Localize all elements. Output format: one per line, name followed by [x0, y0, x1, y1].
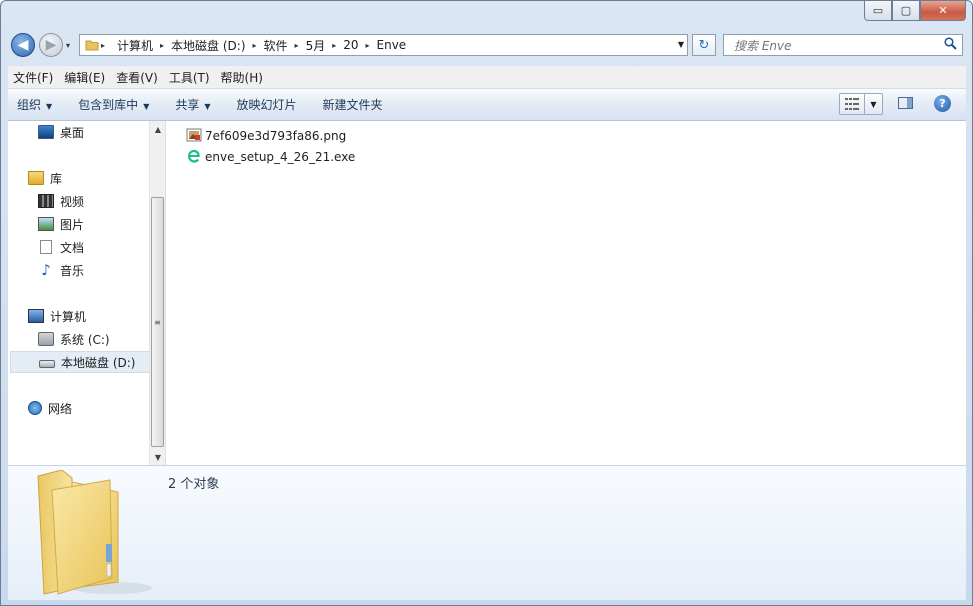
menu-file[interactable]: 文件(F)	[8, 69, 58, 86]
details-pane: 2 个对象	[8, 465, 966, 600]
enve-app-icon	[186, 148, 202, 167]
back-button[interactable]: ◀	[11, 33, 35, 57]
breadcrumb-drive-d[interactable]: 本地磁盘 (D:)	[166, 37, 250, 54]
music-note-icon: ♪	[41, 261, 51, 279]
sidebar-item-drive-d[interactable]: 本地磁盘 (D:)	[10, 351, 150, 373]
organize-button[interactable]: 组织 ▼	[8, 96, 61, 113]
crumb-separator[interactable]: ▸	[364, 41, 372, 50]
address-bar[interactable]: ▸ 计算机 ▸ 本地磁盘 (D:) ▸ 软件 ▸ 5月 ▸ 20 ▸ Enve …	[79, 34, 688, 56]
sidebar-item-computer[interactable]: 计算机	[28, 305, 86, 327]
list-item[interactable]: enve_setup_4_26_21.exe	[186, 147, 355, 167]
help-button[interactable]: ?	[934, 95, 951, 112]
folder-icon: ▸	[80, 38, 112, 52]
png-image-icon	[186, 127, 202, 146]
recent-pages-dropdown[interactable]: ▾	[66, 41, 70, 50]
chevron-down-icon[interactable]: ▼	[143, 102, 149, 111]
search-icon[interactable]	[944, 37, 957, 54]
new-folder-button[interactable]: 新建文件夹	[314, 96, 392, 113]
crumb-separator[interactable]: ▸	[293, 41, 301, 50]
system-drive-icon	[38, 332, 54, 346]
sidebar-item-libraries[interactable]: 库	[28, 167, 62, 189]
breadcrumb-computer[interactable]: 计算机	[112, 37, 158, 54]
list-item[interactable]: 7ef609e3d793fa86.png	[186, 126, 346, 146]
maximize-button[interactable]: ▢	[892, 1, 920, 21]
drive-icon	[39, 360, 55, 368]
minimize-button[interactable]: ▭	[864, 1, 892, 21]
address-dropdown-button[interactable]: ▼	[678, 40, 684, 49]
slideshow-button[interactable]: 放映幻灯片	[228, 96, 306, 113]
sidebar-item-network[interactable]: 网络	[28, 397, 72, 419]
menu-edit[interactable]: 编辑(E)	[59, 69, 110, 86]
breadcrumb-may[interactable]: 5月	[301, 37, 331, 54]
search-box[interactable]	[723, 34, 963, 56]
refresh-button[interactable]: ↻	[692, 34, 716, 56]
file-name: 7ef609e3d793fa86.png	[205, 129, 347, 143]
crumb-separator[interactable]: ▸	[330, 41, 338, 50]
computer-icon	[28, 309, 44, 323]
view-mode-button[interactable]: ▼	[839, 93, 883, 115]
forward-button[interactable]: ▶	[39, 33, 63, 57]
file-name: enve_setup_4_26_21.exe	[205, 150, 356, 164]
preview-pane-icon[interactable]	[898, 97, 913, 109]
sidebar-scrollbar[interactable]: ▲ ≡ ▼	[149, 121, 165, 465]
scroll-up-arrow[interactable]: ▲	[150, 121, 166, 137]
menu-tools[interactable]: 工具(T)	[164, 69, 215, 86]
folder-icon	[32, 469, 152, 601]
command-bar: 组织 ▼ 包含到库中 ▼ 共享 ▼ 放映幻灯片 新建文件夹 ▼ ?	[8, 89, 966, 121]
scroll-thumb[interactable]: ≡	[151, 197, 164, 447]
breadcrumb-software[interactable]: 软件	[259, 37, 293, 54]
desktop-icon	[38, 125, 54, 139]
sidebar-item-music[interactable]: ♪ 音乐	[38, 259, 84, 281]
crumb-separator[interactable]: ▸	[251, 41, 259, 50]
caption-buttons: ▭ ▢ ✕	[864, 1, 966, 21]
sidebar-item-pictures[interactable]: 图片	[38, 213, 84, 235]
sidebar-item-videos[interactable]: 视频	[38, 190, 84, 212]
search-input[interactable]	[732, 36, 936, 56]
breadcrumb-20[interactable]: 20	[338, 38, 363, 52]
sidebar-item-desktop[interactable]: 桌面	[38, 121, 84, 143]
menu-help[interactable]: 帮助(H)	[216, 69, 268, 86]
library-icon	[28, 171, 44, 185]
video-icon	[38, 194, 54, 208]
pictures-icon	[38, 217, 54, 231]
chevron-down-icon[interactable]: ▼	[46, 102, 52, 111]
address-row: ◀ ▶ ▾ ▸ 计算机 ▸ 本地磁盘 (D:) ▸ 软件 ▸ 5月 ▸ 20 ▸…	[1, 29, 972, 65]
view-mode-icon[interactable]	[840, 94, 865, 114]
chevron-down-icon[interactable]: ▼	[865, 94, 882, 114]
crumb-separator[interactable]: ▸	[99, 41, 107, 50]
navigation-pane: 桌面 库 视频 图片 文档 ♪ 音乐 计算机 系统 (C:) 本地磁盘 (D:) …	[8, 121, 166, 465]
scroll-down-arrow[interactable]: ▼	[150, 449, 166, 465]
include-in-library-button[interactable]: 包含到库中 ▼	[69, 96, 158, 113]
chevron-down-icon[interactable]: ▼	[204, 102, 210, 111]
menu-bar: 文件(F) 编辑(E) 查看(V) 工具(T) 帮助(H)	[8, 66, 966, 89]
scroll-grip-icon[interactable]: ≡	[154, 318, 161, 327]
share-button[interactable]: 共享 ▼	[166, 96, 219, 113]
sidebar-item-documents[interactable]: 文档	[38, 236, 84, 258]
close-button[interactable]: ✕	[920, 1, 966, 21]
documents-icon	[40, 240, 52, 254]
sidebar-item-drive-c[interactable]: 系统 (C:)	[38, 328, 110, 350]
explorer-window: ▭ ▢ ✕ ◀ ▶ ▾ ▸ 计算机 ▸ 本地磁盘 (D:) ▸ 软件 ▸ 5月 …	[0, 0, 973, 606]
network-icon	[28, 401, 42, 415]
crumb-separator[interactable]: ▸	[158, 41, 166, 50]
menu-view[interactable]: 查看(V)	[111, 69, 163, 86]
file-list: 7ef609e3d793fa86.png enve_setup_4_26_21.…	[166, 121, 966, 465]
item-count: 2 个对象	[168, 477, 220, 492]
breadcrumb-enve[interactable]: Enve	[372, 38, 412, 52]
